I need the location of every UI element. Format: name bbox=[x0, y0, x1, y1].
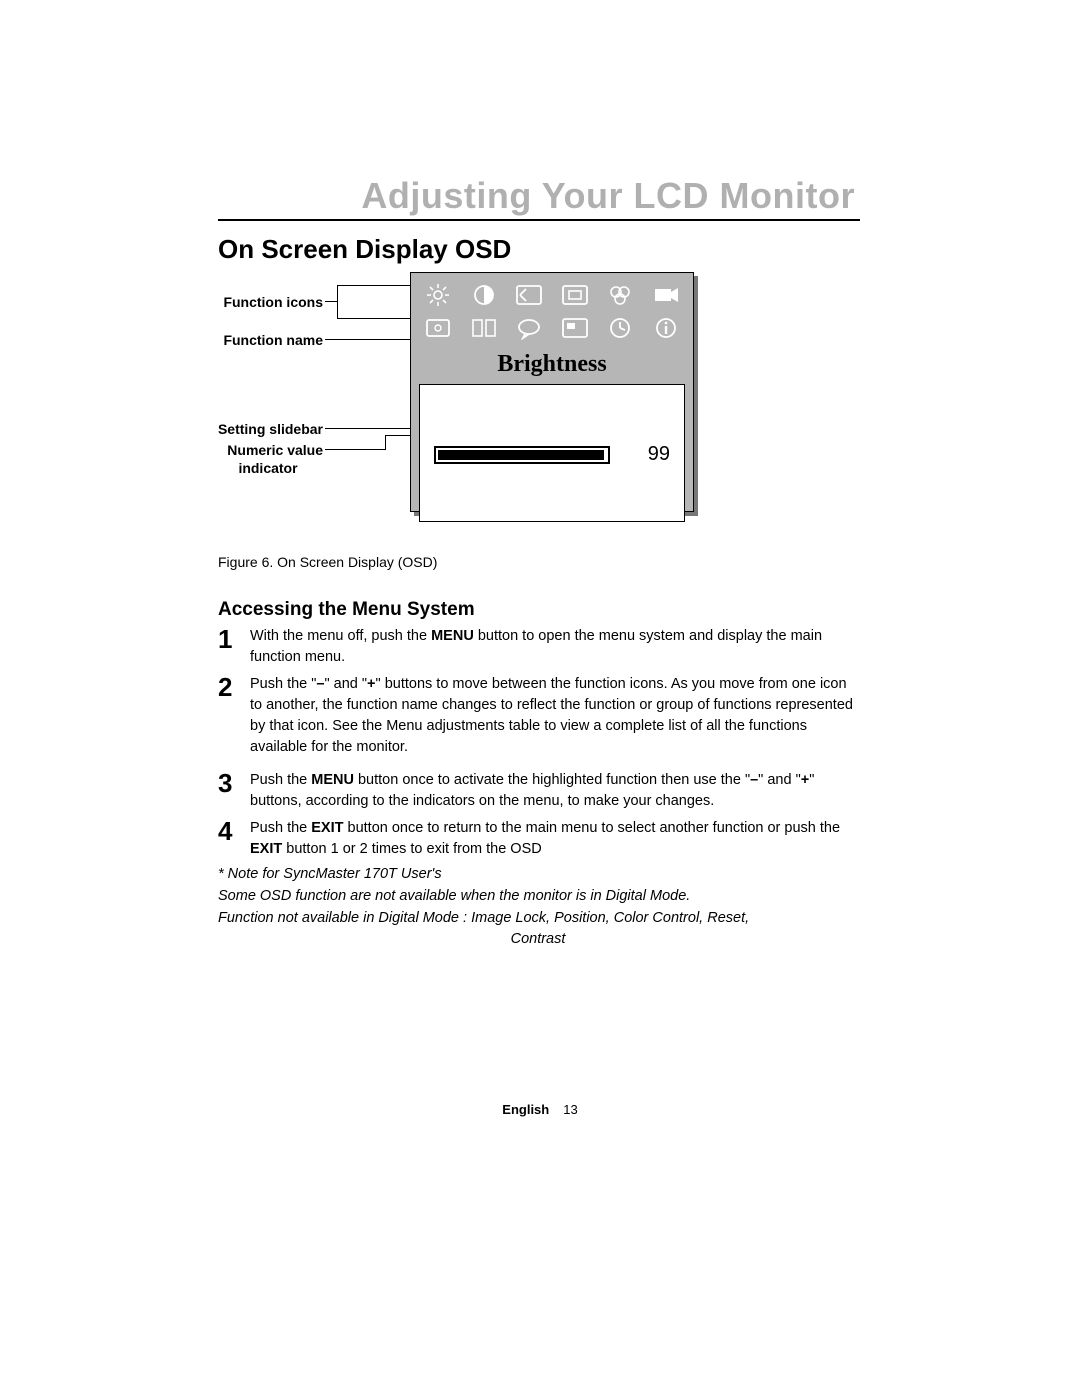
osd-icon-grid bbox=[411, 273, 693, 349]
figure-caption: Figure 6. On Screen Display (OSD) bbox=[218, 554, 437, 570]
osd-body: 99 bbox=[419, 384, 685, 522]
callout-function-icons: Function icons bbox=[213, 294, 323, 311]
step-number: 3 bbox=[218, 768, 250, 812]
step-text: With the menu off, push the MENU button … bbox=[250, 624, 858, 668]
subsection-title: Accessing the Menu System bbox=[218, 599, 475, 621]
step-item: 1 With the menu off, push the MENU butto… bbox=[218, 624, 858, 668]
step-text: Push the MENU button once to activate th… bbox=[250, 768, 858, 812]
color-control-icon bbox=[603, 281, 637, 309]
note-line: Contrast bbox=[218, 929, 858, 951]
section-title: On Screen Display OSD bbox=[218, 234, 511, 265]
brightness-icon bbox=[421, 281, 455, 309]
clock-icon bbox=[603, 314, 637, 342]
callout-setting-slidebar: Setting slidebar bbox=[193, 421, 323, 438]
step-list: 1 With the menu off, push the MENU butto… bbox=[218, 624, 858, 864]
osd-illustration: Function icons Function name Setting sli… bbox=[218, 272, 858, 542]
source-icon bbox=[649, 281, 683, 309]
language-icon bbox=[512, 314, 546, 342]
contrast-icon bbox=[467, 281, 501, 309]
step-item: 2 Push the "–" and "+" buttons to move b… bbox=[218, 672, 858, 758]
zoom-icon bbox=[421, 314, 455, 342]
osd-slidebar bbox=[434, 446, 610, 464]
osd-numeric-value: 99 bbox=[610, 443, 670, 466]
step-text: Push the EXIT button once to return to t… bbox=[250, 816, 858, 860]
step-number: 4 bbox=[218, 816, 250, 860]
callout-numeric-value-1: Numeric value bbox=[213, 442, 323, 459]
step-item: 3 Push the MENU button once to activate … bbox=[218, 768, 858, 812]
note-line: Function not available in Digital Mode :… bbox=[218, 908, 858, 930]
horizontal-icon bbox=[467, 314, 501, 342]
page-footer: English 13 bbox=[0, 1102, 1080, 1117]
callout-function-name: Function name bbox=[213, 332, 323, 349]
position-icon bbox=[558, 281, 592, 309]
notes-block: * Note for SyncMaster 170T User's Some O… bbox=[218, 864, 858, 951]
step-number: 1 bbox=[218, 624, 250, 668]
step-text: Push the "–" and "+" buttons to move bet… bbox=[250, 672, 858, 758]
footer-page-number: 13 bbox=[563, 1102, 577, 1117]
footer-language: English bbox=[502, 1102, 549, 1117]
info-icon bbox=[649, 314, 683, 342]
callout-numeric-value-2: indicator bbox=[213, 460, 323, 477]
osd-function-name: Brightness bbox=[411, 349, 693, 384]
step-item: 4 Push the EXIT button once to return to… bbox=[218, 816, 858, 860]
image-lock-icon bbox=[512, 281, 546, 309]
menu-position-icon bbox=[558, 314, 592, 342]
note-line: * Note for SyncMaster 170T User's bbox=[218, 864, 858, 886]
chapter-title: Adjusting Your LCD Monitor bbox=[0, 175, 855, 217]
step-number: 2 bbox=[218, 672, 250, 758]
note-line: Some OSD function are not available when… bbox=[218, 886, 858, 908]
osd-panel: Brightness 99 bbox=[410, 272, 694, 512]
